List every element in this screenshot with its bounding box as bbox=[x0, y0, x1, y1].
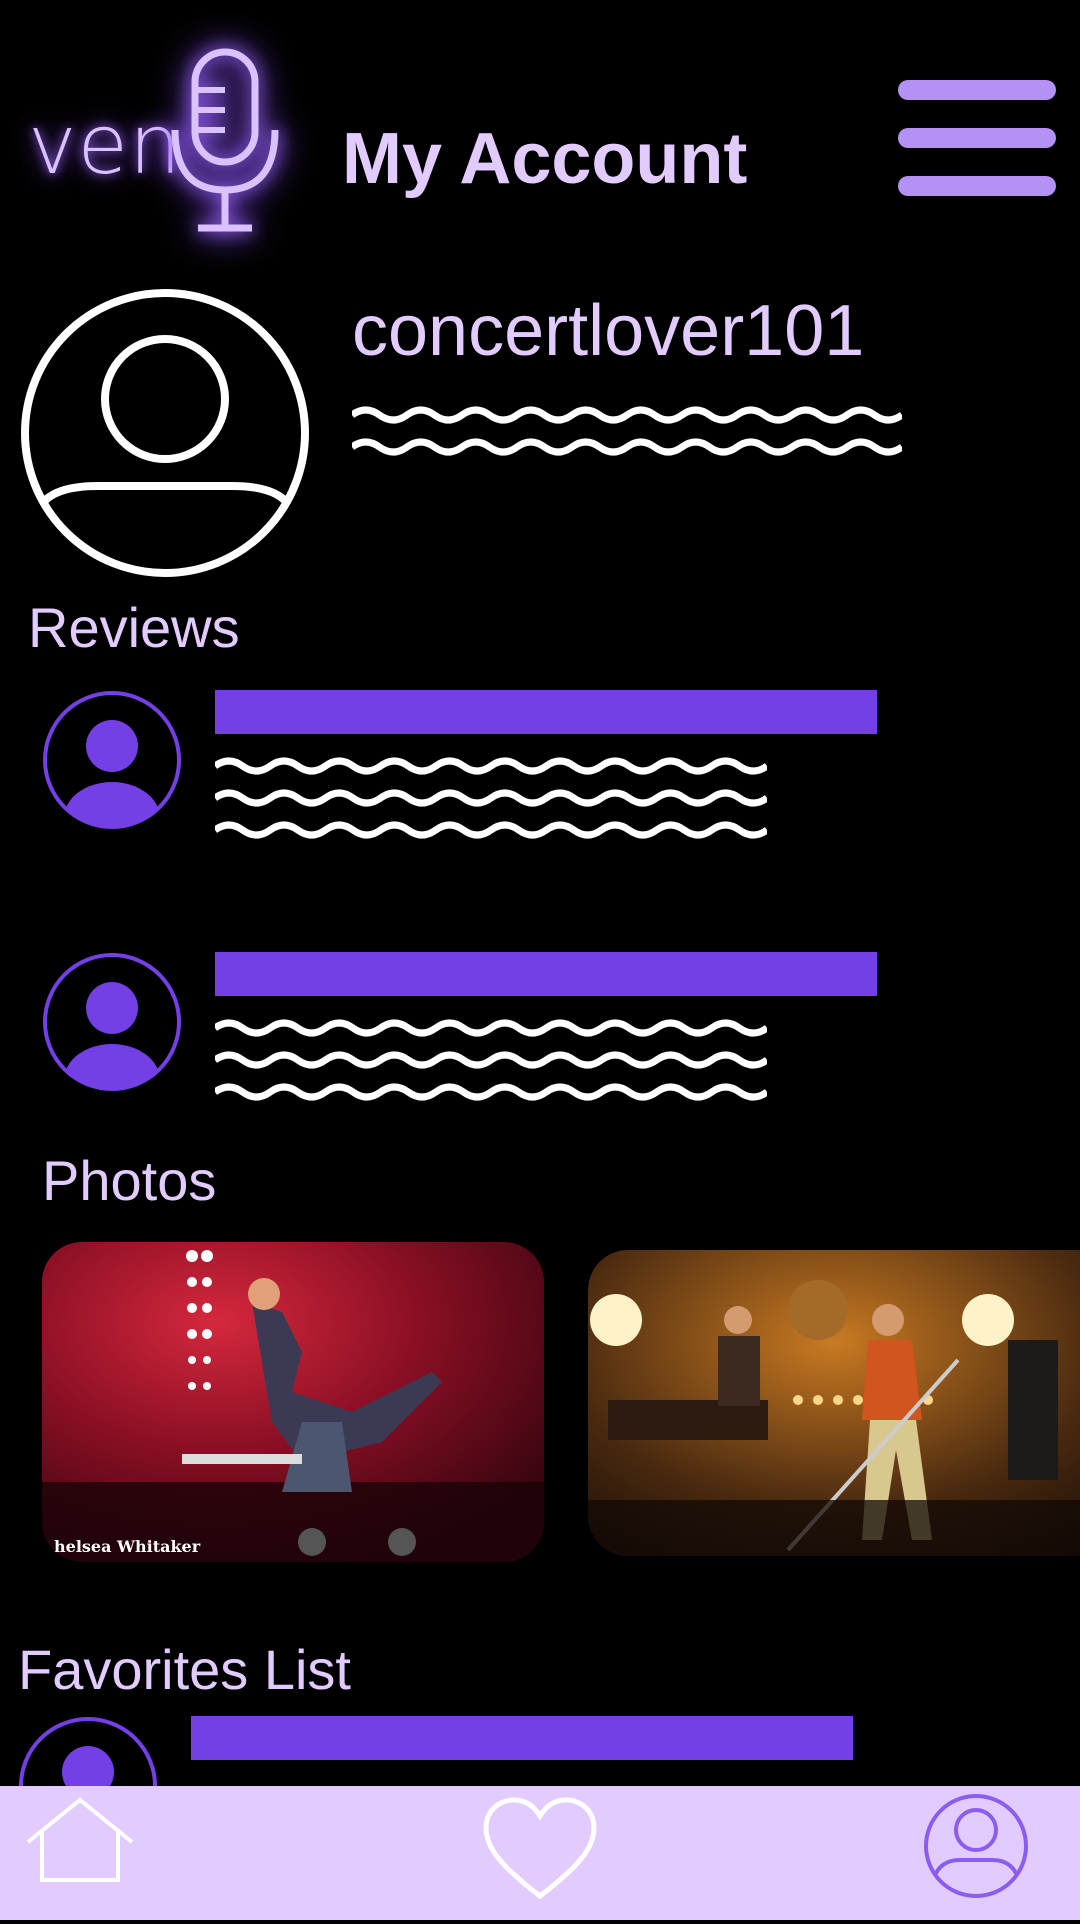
menu-bar bbox=[898, 176, 1056, 196]
review-item[interactable] bbox=[42, 690, 892, 850]
bio-placeholder bbox=[352, 406, 902, 456]
home-icon bbox=[26, 1797, 134, 1882]
favorites-button[interactable] bbox=[478, 1786, 602, 1920]
bottom-navigation bbox=[0, 1786, 1080, 1920]
page-title: My Account bbox=[342, 119, 748, 199]
favorite-item[interactable] bbox=[18, 1716, 868, 1786]
review-title-bar bbox=[215, 952, 877, 996]
menu-button[interactable] bbox=[898, 80, 1056, 196]
menu-bar bbox=[898, 128, 1056, 148]
favorite-title-bar bbox=[191, 1716, 853, 1760]
photo-credit: helsea Whitaker bbox=[54, 1537, 201, 1556]
concert-photo[interactable]: helsea Whitaker bbox=[42, 1242, 544, 1562]
concert-photo-image bbox=[588, 1250, 1080, 1556]
photos-heading: Photos bbox=[42, 1149, 217, 1212]
profile-icon bbox=[924, 1794, 1028, 1898]
app-logo: ven bbox=[20, 30, 310, 240]
reviews-heading: Reviews bbox=[28, 596, 240, 659]
heart-icon bbox=[483, 1797, 597, 1900]
concert-photo-image bbox=[42, 1242, 544, 1562]
review-item[interactable] bbox=[42, 952, 892, 1112]
user-avatar-icon[interactable] bbox=[18, 286, 312, 580]
user-avatar-icon bbox=[43, 691, 181, 829]
user-avatar-icon bbox=[43, 953, 181, 1091]
review-text-placeholder bbox=[215, 1019, 767, 1101]
review-title-bar bbox=[215, 690, 877, 734]
review-text-placeholder bbox=[215, 757, 767, 839]
concert-photo[interactable] bbox=[588, 1250, 1080, 1556]
username: concertlover101 bbox=[352, 291, 865, 371]
favorites-heading: Favorites List bbox=[18, 1638, 351, 1701]
profile-button[interactable] bbox=[920, 1786, 1032, 1920]
menu-bar bbox=[898, 80, 1056, 100]
logo-text: ven bbox=[28, 98, 182, 193]
microphone-icon bbox=[171, 48, 279, 232]
user-avatar-icon bbox=[19, 1717, 157, 1786]
home-button[interactable] bbox=[20, 1786, 140, 1920]
